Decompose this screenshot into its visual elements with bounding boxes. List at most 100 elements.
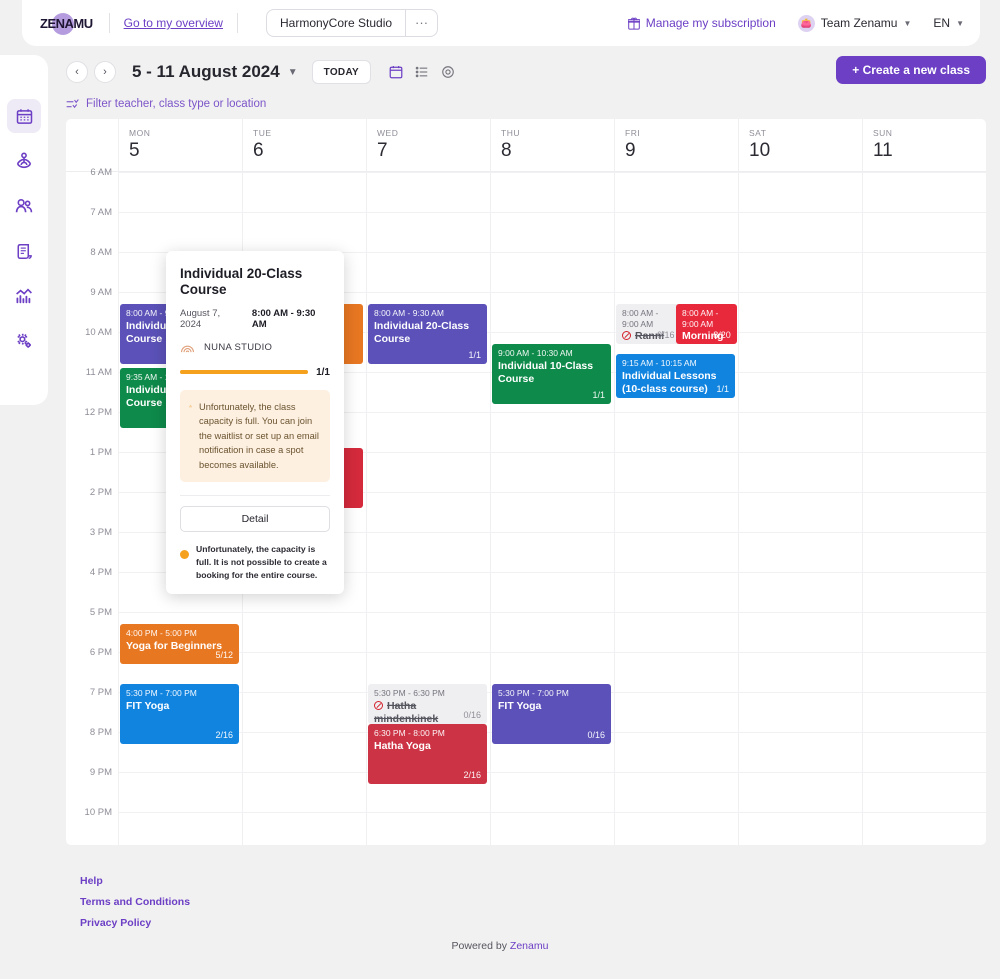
event-capacity: 1/1 [716, 384, 729, 394]
calendar-view-icon[interactable] [389, 65, 403, 79]
event-name: Hatha Yoga [374, 740, 481, 753]
day-number: 9 [625, 140, 738, 162]
footer-links: Help Terms and Conditions Privacy Policy [80, 875, 190, 938]
calendar-day-headers: MON5TUE6WED7 THU 8FRI9SAT10SUN11 [66, 119, 986, 172]
calendar-icon [16, 108, 33, 125]
calendar-event[interactable]: 6:30 PM - 8:00 PMHatha Yoga2/16 [368, 724, 487, 784]
page-header: ‹ › 5 - 11 August 2024 ▼ TODAY [66, 56, 986, 110]
list-view-icon[interactable] [415, 65, 429, 79]
chevron-down-icon: ▼ [956, 19, 964, 28]
language-label: EN [933, 16, 950, 30]
popover-note: Unfortunately, the capacity is full. It … [180, 543, 330, 582]
popover-note-text: Unfortunately, the capacity is full. It … [196, 543, 330, 582]
event-time: 5:30 PM - 6:30 PM [374, 688, 481, 699]
create-new-class-button[interactable]: + Create a new class [836, 56, 986, 84]
app-root: ZENAMU Go to my overview HarmonyCore Stu… [0, 0, 1000, 979]
hour-label: 9 AM [66, 287, 112, 298]
chevron-down-icon[interactable]: ▼ [288, 67, 298, 78]
day-header-wed[interactable]: WED7 [366, 119, 490, 171]
calendar-event[interactable]: 4:00 PM - 5:00 PMYoga for Beginners5/12 [120, 624, 239, 664]
calendar-event[interactable]: 9:00 AM - 10:30 AMIndividual 10-Class Co… [492, 344, 611, 404]
day-of-week: WED [377, 128, 490, 138]
day-of-week: MON [129, 128, 242, 138]
hour-label: 1 PM [66, 447, 112, 458]
event-capacity: 8/20 [713, 330, 731, 340]
day-of-week: THU [501, 128, 614, 138]
popover-meta: August 7, 2024 8:00 AM - 9:30 AM [180, 308, 330, 330]
hour-label: 3 PM [66, 527, 112, 538]
studio-more-icon[interactable]: ··· [405, 10, 437, 36]
event-capacity: 2/16 [215, 730, 233, 740]
powered-by: Powered by Zenamu [0, 940, 1000, 952]
event-name: Individual 20-Class Course [374, 320, 481, 346]
day-header-sat[interactable]: SAT10 [738, 119, 862, 171]
hour-label: 11 AM [66, 367, 112, 378]
day-header-thu[interactable]: THU 8 [490, 119, 614, 171]
manage-subscription-button[interactable]: Manage my subscription [628, 16, 776, 30]
event-capacity: 0/16 [587, 730, 605, 740]
event-capacity: 1/1 [592, 390, 605, 400]
sidebar-item-statistics[interactable] [7, 279, 41, 313]
filter-bar[interactable]: Filter teacher, class type or location [66, 98, 986, 110]
day-number: 8 [501, 140, 614, 162]
powered-brand[interactable]: Zenamu [510, 940, 549, 952]
studio-name: HarmonyCore Studio [267, 16, 405, 30]
logo-text: ZENAMU [40, 16, 93, 31]
popover-date: August 7, 2024 [180, 308, 242, 330]
eye-view-icon[interactable] [441, 65, 455, 79]
sidebar [0, 55, 48, 405]
account-menu[interactable]: 👛 Team Zenamu ▼ [798, 15, 912, 32]
event-detail-popover: Individual 20-Class Course August 7, 202… [166, 251, 344, 594]
event-time: 4:00 PM - 5:00 PM [126, 628, 233, 639]
today-button[interactable]: TODAY [312, 60, 371, 84]
event-capacity: 5/12 [215, 650, 233, 660]
go-to-overview-link[interactable]: Go to my overview [124, 16, 223, 30]
day-header-fri[interactable]: FRI9 [614, 119, 738, 171]
hour-label: 7 PM [66, 687, 112, 698]
manage-subscription-label: Manage my subscription [646, 16, 776, 30]
calendar-event[interactable]: 5:30 PM - 7:00 PMFIT Yoga0/16 [492, 684, 611, 744]
calendar-event[interactable]: 8:00 AM - 9:30 AMIndividual 20-Class Cou… [368, 304, 487, 364]
view-switcher [389, 65, 455, 79]
cancelled-icon [374, 701, 383, 710]
footer-link[interactable]: Terms and Conditions [80, 896, 190, 908]
calendar-event[interactable]: 9:15 AM - 10:15 AMIndividual Lessons (10… [616, 354, 735, 398]
event-time: 5:30 PM - 7:00 PM [498, 688, 605, 699]
event-capacity: 0/16 [657, 330, 675, 340]
language-selector[interactable]: EN ▼ [933, 16, 964, 30]
sidebar-item-settings[interactable] [7, 324, 41, 358]
footer-link[interactable]: Help [80, 875, 190, 887]
divider [237, 13, 238, 33]
sidebar-item-calendar[interactable] [7, 99, 41, 133]
hour-label: 6 AM [66, 167, 112, 178]
calendar-event[interactable]: 5:30 PM - 6:30 PMHatha mindenkinek0/16 [368, 684, 487, 724]
day-header-tue[interactable]: TUE6 [242, 119, 366, 171]
date-range-label: 5 - 11 August 2024 [132, 62, 280, 82]
day-header-mon[interactable]: MON5 [118, 119, 242, 171]
event-time: 8:00 AM - 9:00 AM [622, 308, 674, 329]
sidebar-item-classes[interactable] [7, 144, 41, 178]
calendar-event[interactable]: 5:30 PM - 7:00 PMFIT Yoga2/16 [120, 684, 239, 744]
top-bar: ZENAMU Go to my overview HarmonyCore Stu… [22, 0, 980, 46]
detail-button[interactable]: Detail [180, 506, 330, 532]
popover-time: 8:00 AM - 9:30 AM [252, 308, 330, 330]
prev-week-button[interactable]: ‹ [66, 61, 88, 83]
popover-location-label: NUNA STUDIO [204, 342, 272, 353]
powered-prefix: Powered by [452, 940, 510, 952]
divider [180, 495, 330, 496]
hour-label: 4 PM [66, 567, 112, 578]
hour-label: 5 PM [66, 607, 112, 618]
event-time: 9:15 AM - 10:15 AM [622, 358, 729, 369]
footer-link[interactable]: Privacy Policy [80, 917, 190, 929]
warning-triangle-icon [189, 400, 192, 412]
divider [109, 13, 110, 33]
sidebar-item-reports[interactable] [7, 234, 41, 268]
studio-selector[interactable]: HarmonyCore Studio ··· [266, 9, 438, 37]
calendar-event[interactable]: 8:00 AM - 9:00 AMRanni jóga0/16 [616, 304, 680, 344]
next-week-button[interactable]: › [94, 61, 116, 83]
sidebar-item-members[interactable] [7, 189, 41, 223]
day-header-sun[interactable]: SUN11 [862, 119, 986, 171]
calendar-event[interactable]: 8:00 AM - 9:00 AMMorning Yin8/20 [676, 304, 737, 344]
gear-icon [15, 332, 33, 350]
popover-title: Individual 20-Class Course [180, 266, 330, 299]
